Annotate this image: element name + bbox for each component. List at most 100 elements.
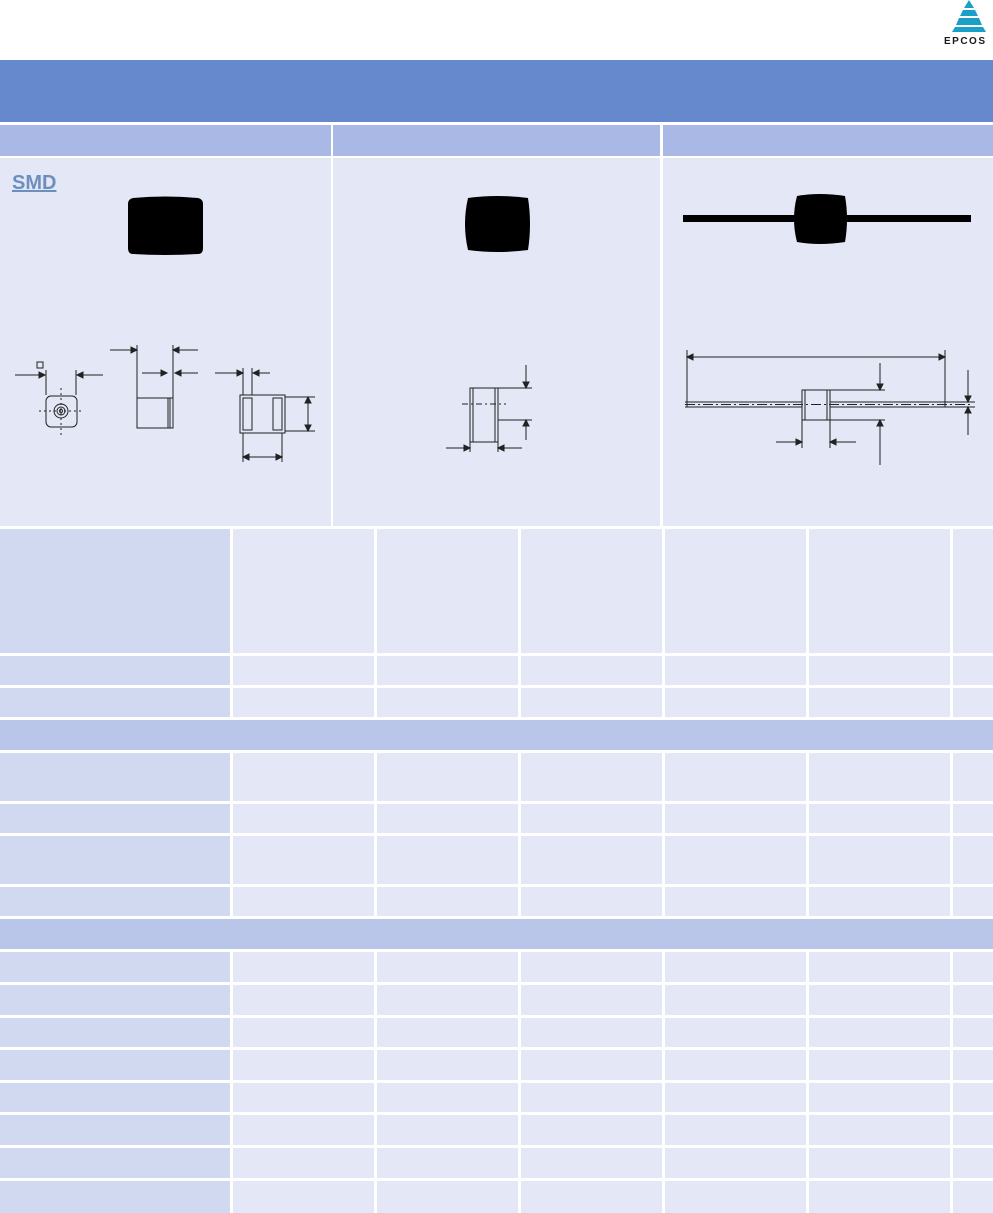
table-cell: [809, 1148, 950, 1178]
table-row-label-cell: [0, 1148, 230, 1178]
table-cell: [521, 688, 662, 717]
table-cell: [233, 1018, 374, 1047]
table-cell: [953, 1115, 993, 1145]
table-cell: [233, 985, 374, 1015]
table-cell: [521, 656, 662, 685]
table-cell: [521, 1148, 662, 1178]
table-cell: [377, 1115, 518, 1145]
table-cell: [953, 656, 993, 685]
table-cell: [377, 952, 518, 982]
table-cell: [953, 952, 993, 982]
axial-component-photo: [683, 194, 971, 244]
table-cell: [377, 804, 518, 833]
table-cell: [377, 1181, 518, 1213]
table-cell: [521, 1018, 662, 1047]
table-cell: [953, 529, 993, 653]
table-cell: [809, 1115, 950, 1145]
table-cell: [377, 1148, 518, 1178]
table-cell: [809, 1018, 950, 1047]
table-cell: [809, 529, 950, 653]
table-cell: [953, 804, 993, 833]
table-cell: [233, 1050, 374, 1080]
column-header-axial: [663, 125, 993, 156]
table-cell: [809, 688, 950, 717]
table-cell: [377, 529, 518, 653]
table-row-label-cell: [0, 804, 230, 833]
smd-dimension-drawing: [15, 345, 315, 462]
table-cell: [377, 753, 518, 801]
table-cell: [233, 529, 374, 653]
table-row-label-cell: [0, 1181, 230, 1213]
table-row-label-cell: [0, 1115, 230, 1145]
smd-component-photo: [128, 196, 203, 255]
table-cell: [521, 1083, 662, 1112]
brand-logo-text: EPCOS: [944, 36, 987, 47]
table-row-label-cell: [0, 836, 230, 884]
table-cell: [953, 1148, 993, 1178]
table-cell: [233, 656, 374, 685]
table-cell: [665, 753, 806, 801]
table-cell: [521, 753, 662, 801]
table-cell: [521, 804, 662, 833]
table-cell: [809, 1181, 950, 1213]
table-cell: [665, 836, 806, 884]
table-cell: [665, 985, 806, 1015]
table-cell: [953, 836, 993, 884]
table-cell: [521, 529, 662, 653]
table-cell: [665, 688, 806, 717]
table-cell: [377, 887, 518, 916]
table-row-label-cell: [0, 688, 230, 717]
table-cell: [377, 656, 518, 685]
table-cell: [377, 1083, 518, 1112]
table-cell: [665, 1083, 806, 1112]
table-cell: [665, 952, 806, 982]
table-cell: [953, 1181, 993, 1213]
table-cell: [377, 1018, 518, 1047]
table-row-label-cell: [0, 1050, 230, 1080]
table-cell: [809, 887, 950, 916]
table-cell: [233, 1115, 374, 1145]
table-cell: [809, 952, 950, 982]
table-cell: [809, 804, 950, 833]
table-cell: [809, 1050, 950, 1080]
table-cell: [521, 836, 662, 884]
table-cell: [665, 656, 806, 685]
table-cell: [233, 1083, 374, 1112]
table-cell: [233, 887, 374, 916]
section-band: [0, 720, 993, 750]
table-cell: [233, 952, 374, 982]
table-cell: [665, 529, 806, 653]
table-cell: [377, 985, 518, 1015]
table-cell: [809, 836, 950, 884]
table-cell: [809, 753, 950, 801]
table-cell: [521, 985, 662, 1015]
table-cell: [665, 887, 806, 916]
table-cell: [665, 1148, 806, 1178]
table-cell: [233, 688, 374, 717]
table-row-label-cell: [0, 985, 230, 1015]
table-cell: [809, 1083, 950, 1112]
table-cell: [953, 688, 993, 717]
table-cell: [377, 836, 518, 884]
table-cell: [665, 1115, 806, 1145]
table-row-label-cell: [0, 1018, 230, 1047]
table-cell: [377, 688, 518, 717]
table-cell: [953, 985, 993, 1015]
table-cell: [953, 753, 993, 801]
smd-link[interactable]: SMD: [12, 172, 56, 195]
table-cell: [521, 1050, 662, 1080]
table-cell: [521, 1115, 662, 1145]
table-cell: [953, 1050, 993, 1080]
table-cell: [233, 1148, 374, 1178]
column-header-cylindrical: [333, 125, 660, 156]
section-band: [0, 919, 993, 949]
cylindrical-component-photo: [465, 196, 530, 252]
table-cell: [953, 887, 993, 916]
table-cell: [665, 1050, 806, 1080]
table-row-label-cell: [0, 529, 230, 653]
table-cell: [521, 1181, 662, 1213]
table-cell: [521, 952, 662, 982]
table-cell: [953, 1083, 993, 1112]
table-cell: [953, 1018, 993, 1047]
table-cell: [377, 1050, 518, 1080]
